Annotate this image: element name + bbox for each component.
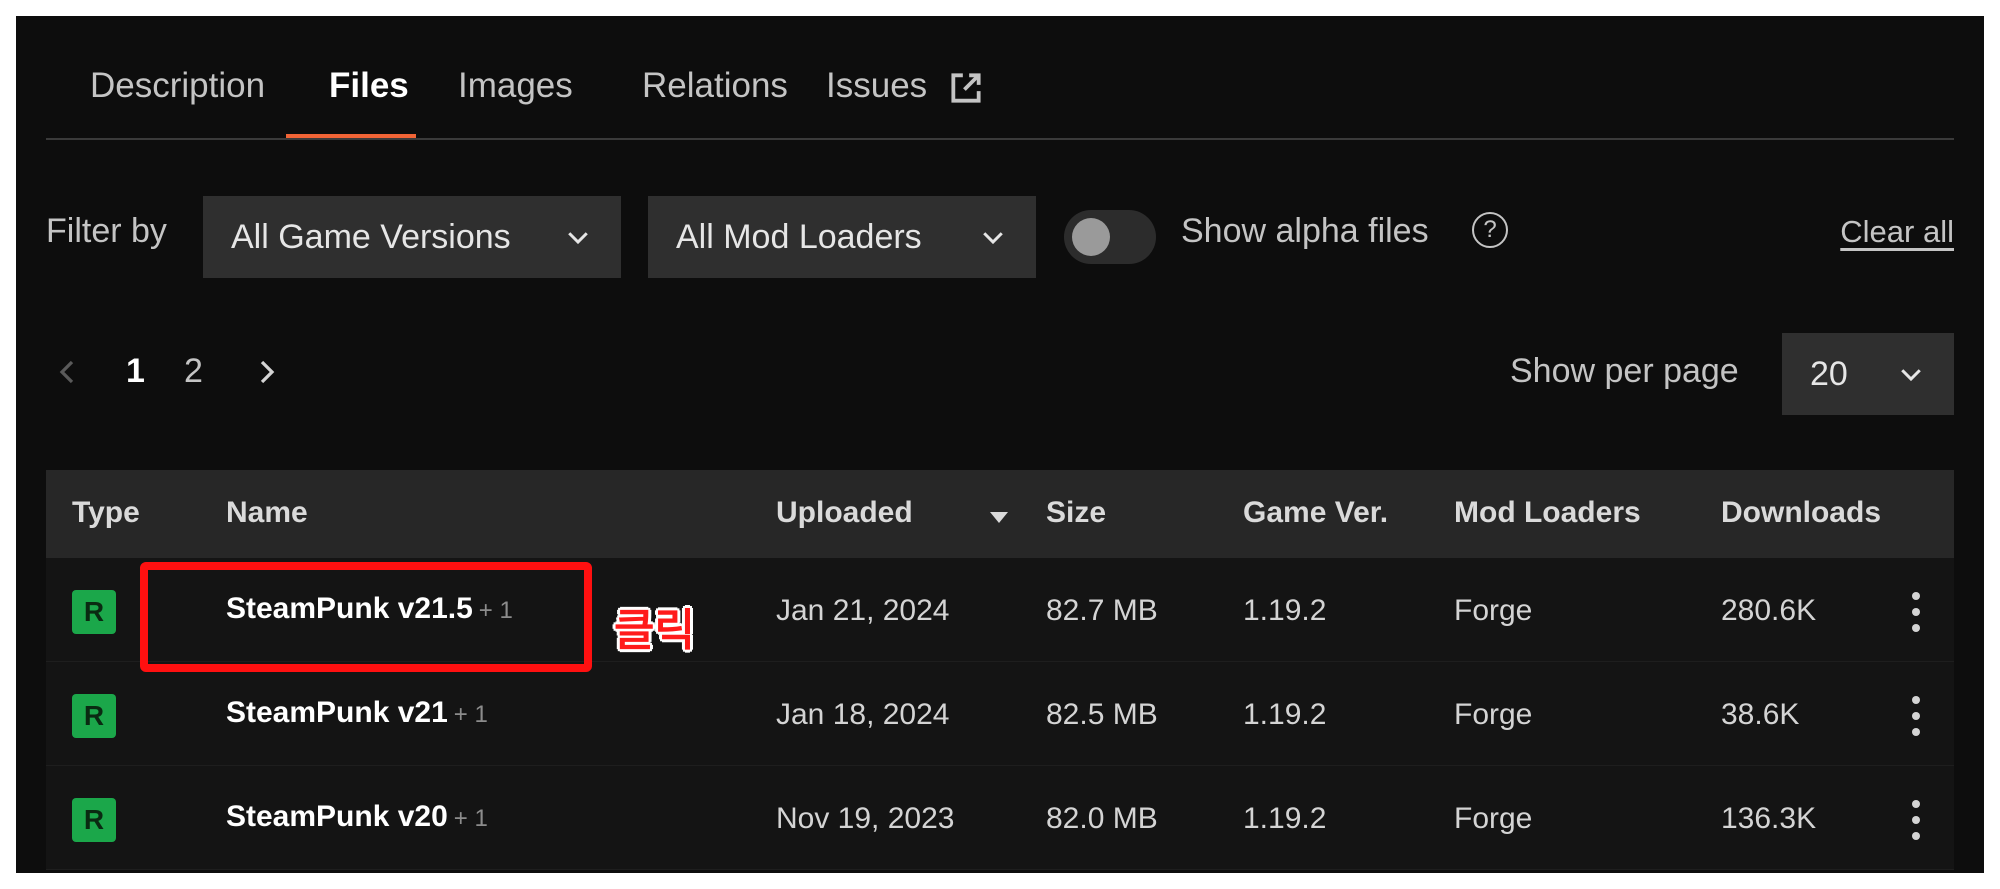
header-size: Size — [1046, 496, 1107, 529]
header-mod-loaders: Mod Loaders — [1454, 496, 1641, 529]
show-alpha-files-label: Show alpha files — [1181, 212, 1429, 250]
table-row[interactable]: R SteamPunk v20 + 1 Nov 19, 2023 82.0 MB … — [46, 766, 1954, 870]
file-name-link[interactable]: SteamPunk v21 + 1 — [226, 696, 488, 730]
more-options-icon[interactable] — [1910, 800, 1922, 844]
clear-all-link[interactable]: Clear all — [1840, 214, 1954, 250]
tab-issues[interactable]: Issues — [826, 66, 985, 107]
header-downloads: Downloads — [1721, 496, 1882, 529]
help-icon[interactable]: ? — [1472, 212, 1508, 248]
uploaded-date: Jan 18, 2024 — [776, 698, 950, 731]
sort-desc-icon[interactable] — [988, 510, 1010, 524]
active-tab-indicator — [286, 134, 416, 138]
files-table-header: Type Name Uploaded Size Game Ver. Mod Lo… — [46, 470, 1954, 558]
uploaded-date: Nov 19, 2023 — [776, 802, 955, 835]
game-version: 1.19.2 — [1243, 698, 1327, 731]
chevron-right-icon[interactable] — [252, 352, 282, 392]
mod-loader: Forge — [1454, 802, 1533, 835]
alpha-files-toggle[interactable] — [1064, 210, 1156, 264]
game-version: 1.19.2 — [1243, 594, 1327, 627]
page-2[interactable]: 2 — [184, 352, 203, 391]
tab-bar: Description Files Images Relations Issue… — [46, 16, 1954, 140]
tab-images[interactable]: Images — [458, 66, 573, 106]
show-per-page-label: Show per page — [1510, 352, 1739, 390]
file-name: SteamPunk v20 — [226, 800, 448, 833]
tab-description[interactable]: Description — [90, 66, 265, 106]
header-uploaded[interactable]: Uploaded — [776, 496, 913, 530]
file-size: 82.0 MB — [1046, 802, 1158, 835]
download-count: 136.3K — [1721, 802, 1817, 835]
file-name-link[interactable]: SteamPunk v20 + 1 — [226, 800, 488, 834]
uploaded-date: Jan 21, 2024 — [776, 594, 950, 627]
mod-loader: Forge — [1454, 698, 1533, 731]
game-versions-value: All Game Versions — [231, 218, 511, 256]
tab-files[interactable]: Files — [329, 66, 409, 106]
download-count: 38.6K — [1721, 698, 1800, 731]
toggle-knob — [1072, 218, 1110, 256]
header-type: Type — [72, 496, 140, 529]
file-size: 82.5 MB — [1046, 698, 1158, 731]
mod-loader: Forge — [1454, 594, 1533, 627]
files-panel: Description Files Images Relations Issue… — [16, 16, 1984, 873]
filter-by-label: Filter by — [46, 212, 167, 250]
file-name: SteamPunk v21 — [226, 696, 448, 729]
chevron-down-icon — [983, 232, 1003, 245]
extra-files-count: + 1 — [453, 805, 488, 832]
header-name: Name — [226, 496, 308, 529]
header-game-ver: Game Ver. — [1243, 496, 1389, 529]
table-row[interactable]: R SteamPunk v21 + 1 Jan 18, 2024 82.5 MB … — [46, 662, 1954, 766]
file-size: 82.7 MB — [1046, 594, 1158, 627]
chevron-down-icon — [1901, 369, 1921, 382]
page-1[interactable]: 1 — [126, 352, 145, 391]
click-highlight-box — [140, 562, 592, 672]
release-badge: R — [72, 798, 116, 842]
external-link-icon — [951, 73, 981, 103]
chevron-left-icon[interactable] — [52, 352, 82, 392]
release-badge: R — [72, 694, 116, 738]
tab-issues-label: Issues — [826, 66, 928, 105]
per-page-dropdown[interactable]: 20 — [1782, 333, 1954, 415]
click-annotation-label: 클릭 — [614, 605, 695, 656]
release-badge: R — [72, 590, 116, 634]
chevron-down-icon — [568, 232, 588, 245]
tab-relations[interactable]: Relations — [642, 66, 788, 106]
mod-loaders-dropdown[interactable]: All Mod Loaders — [648, 196, 1036, 278]
download-count: 280.6K — [1721, 594, 1817, 627]
per-page-value: 20 — [1810, 355, 1848, 393]
game-versions-dropdown[interactable]: All Game Versions — [203, 196, 621, 278]
more-options-icon[interactable] — [1910, 592, 1922, 636]
mod-loaders-value: All Mod Loaders — [676, 218, 922, 256]
extra-files-count: + 1 — [453, 701, 488, 728]
game-version: 1.19.2 — [1243, 802, 1327, 835]
more-options-icon[interactable] — [1910, 696, 1922, 740]
